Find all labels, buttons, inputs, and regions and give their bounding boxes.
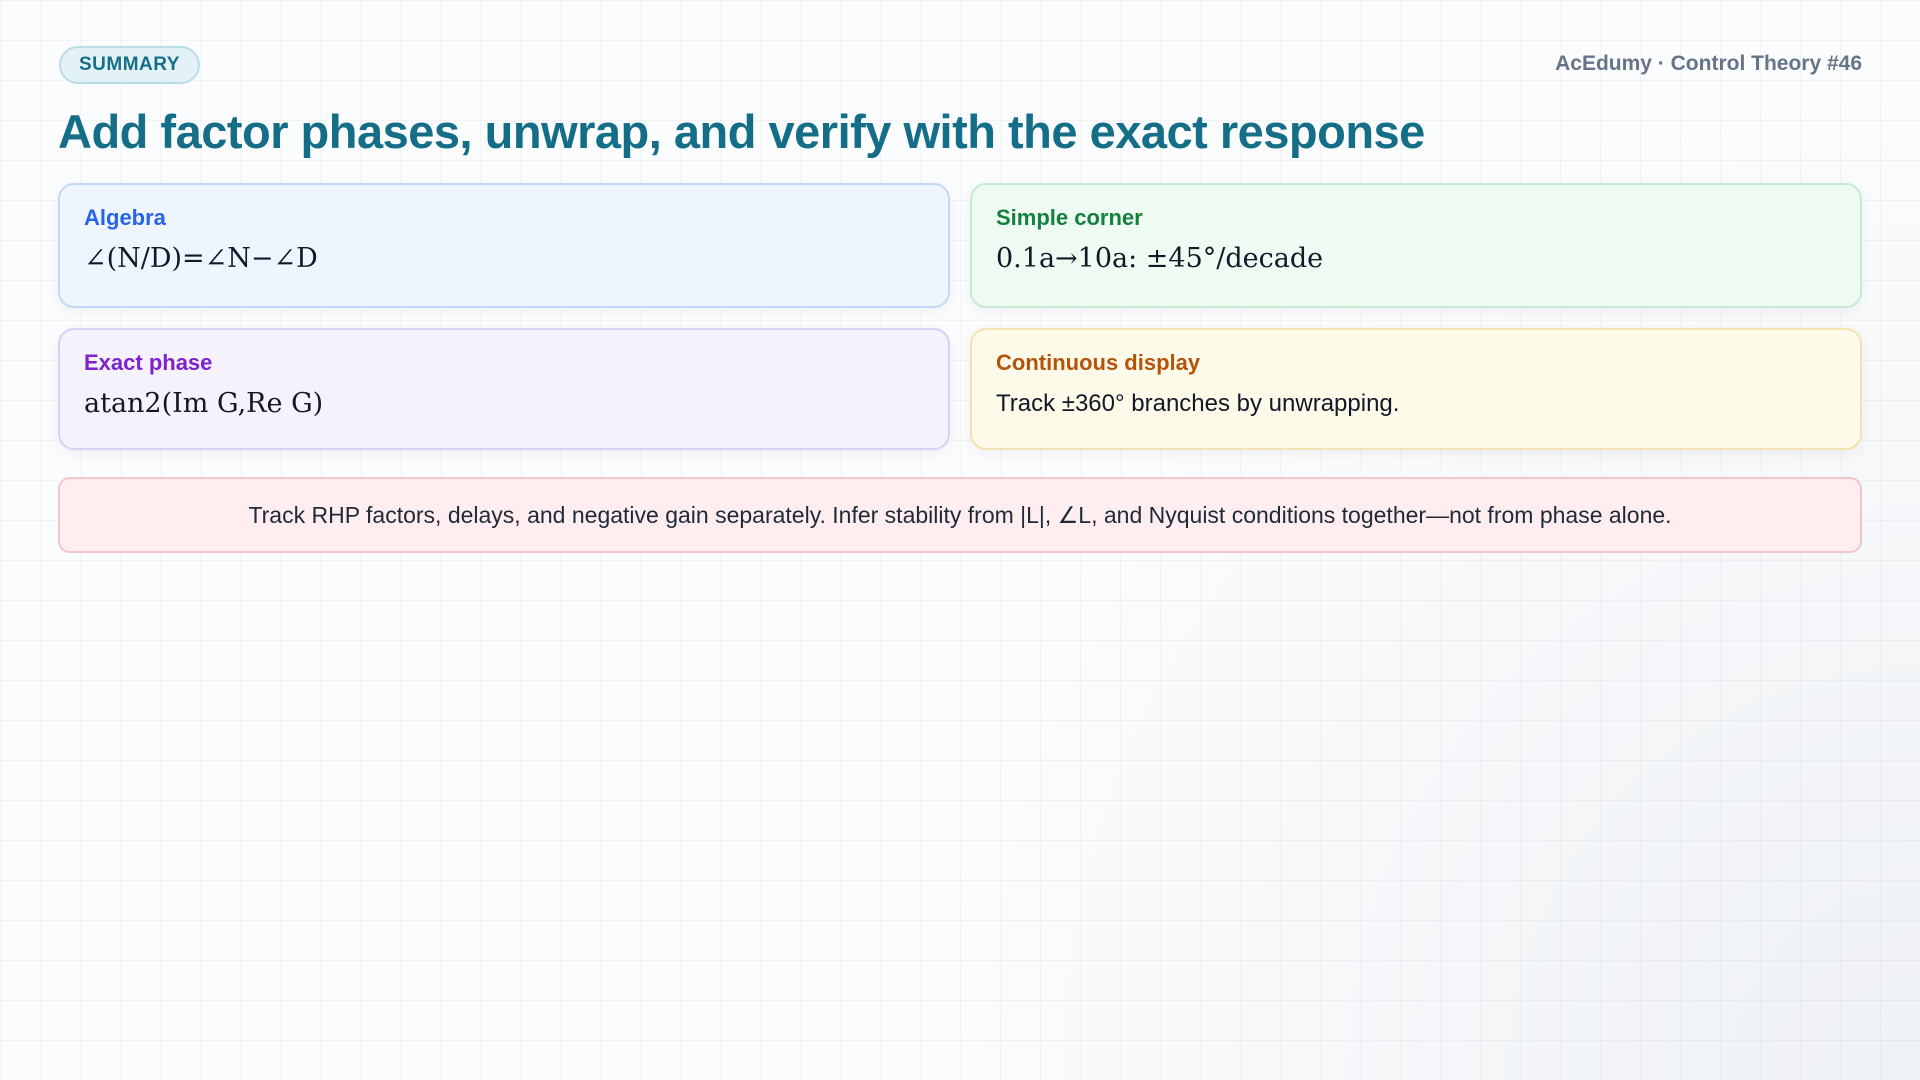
card-exact-phase: Exact phase atan2(Im G,Re G) xyxy=(58,328,950,450)
card-continuous-display-text: Track ±360° branches by unwrapping. xyxy=(996,390,1400,417)
card-continuous-display-heading: Continuous display xyxy=(996,350,1201,375)
warning-note: Track RHP factors, delays, and negative … xyxy=(58,477,1862,553)
card-algebra: Algebra ∠(N/D)=∠N−∠D xyxy=(58,183,950,308)
card-exact-phase-formula: atan2(Im G,Re G) xyxy=(84,388,324,419)
card-simple-corner-formula: 0.1a→10a: ±45°/decade xyxy=(996,243,1324,274)
course-label: AcEdumy · Control Theory #46 xyxy=(1555,52,1862,75)
summary-badge: SUMMARY xyxy=(59,46,200,84)
page-title: Add factor phases, unwrap, and verify wi… xyxy=(58,105,1425,158)
card-simple-corner: Simple corner 0.1a→10a: ±45°/decade xyxy=(970,183,1862,308)
card-exact-phase-heading: Exact phase xyxy=(84,350,213,375)
card-algebra-heading: Algebra xyxy=(84,205,166,230)
card-algebra-formula: ∠(N/D)=∠N−∠D xyxy=(84,243,318,274)
card-simple-corner-heading: Simple corner xyxy=(996,205,1143,230)
card-continuous-display: Continuous display Track ±360° branches … xyxy=(970,328,1862,450)
